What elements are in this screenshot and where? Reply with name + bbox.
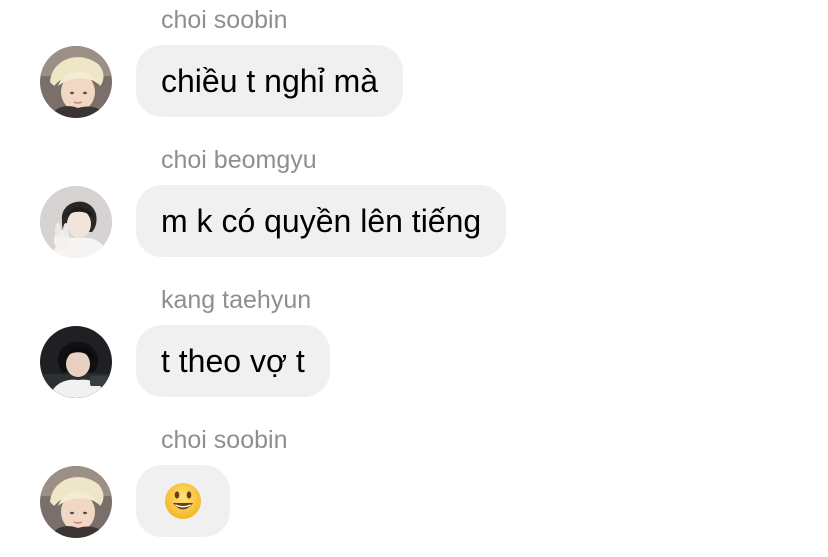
avatar[interactable]: [40, 326, 112, 398]
message-text: m k có quyền lên tiếng: [161, 203, 482, 239]
avatar-soobin-icon: [40, 46, 112, 118]
message-text: t theo vợ t: [161, 343, 305, 379]
avatar-beomgyu-icon: [40, 186, 112, 258]
sender-name: choi beomgyu: [161, 146, 317, 174]
message-bubble[interactable]: [136, 465, 230, 537]
avatar[interactable]: [40, 46, 112, 118]
avatar[interactable]: [40, 466, 112, 538]
smiling-face-emoji-icon: [165, 483, 201, 519]
message-text: chiều t nghỉ mà: [161, 63, 379, 99]
message-bubble[interactable]: t theo vợ t: [136, 325, 330, 397]
avatar-taehyun-icon: [40, 326, 112, 398]
message-bubble[interactable]: m k có quyền lên tiếng: [136, 185, 507, 257]
sender-name: choi soobin: [161, 6, 288, 34]
message-bubble[interactable]: chiều t nghỉ mà: [136, 45, 404, 117]
avatar-soobin-icon: [40, 466, 112, 538]
avatar[interactable]: [40, 186, 112, 258]
sender-name: kang taehyun: [161, 286, 312, 314]
sender-name: choi soobin: [161, 426, 288, 454]
